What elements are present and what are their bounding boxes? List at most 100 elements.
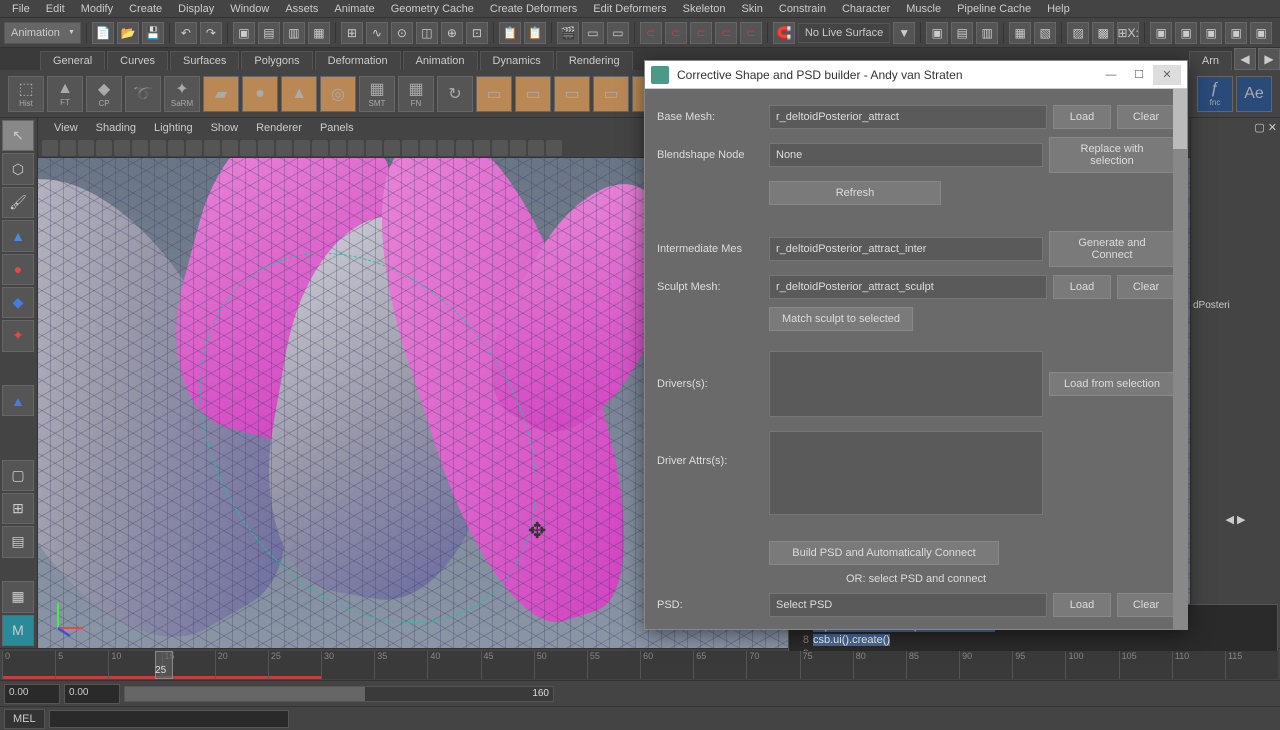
base-mesh-load-button[interactable]: Load (1053, 105, 1111, 129)
menu-window[interactable]: Window (222, 1, 277, 17)
drivers-listbox[interactable] (769, 351, 1043, 417)
menu-constrain[interactable]: Constrain (771, 1, 834, 17)
open-scene-icon[interactable]: 📂 (117, 22, 139, 44)
history-off-icon[interactable]: 📋 (524, 22, 546, 44)
shelf-fnc-icon[interactable]: ƒfnc (1197, 76, 1233, 112)
vp-film-icon[interactable] (114, 140, 130, 156)
move-tool[interactable]: ▲ (2, 220, 34, 251)
timeline-ruler[interactable]: 0510152025303540455055606570758085909510… (2, 651, 1278, 679)
magnet5-icon[interactable]: ⊂ (740, 22, 762, 44)
vp-menu-renderer[interactable]: Renderer (248, 120, 310, 136)
snap-view-icon[interactable]: ⊡ (466, 22, 488, 44)
layout1-icon[interactable]: ▣ (926, 22, 948, 44)
shelf-sarm-icon[interactable]: ✦SaRM (164, 76, 200, 112)
generate-connect-button[interactable]: Generate and Connect (1049, 231, 1175, 267)
shelf-extrude4-icon[interactable]: ▭ (593, 76, 629, 112)
mel-toggle[interactable]: MEL (4, 709, 45, 729)
vp-i20-icon[interactable] (492, 140, 508, 156)
shelf-tab-surfaces[interactable]: Surfaces (170, 51, 239, 70)
panel4-icon[interactable]: ▣ (1225, 22, 1247, 44)
layout-four-icon[interactable]: ⊞ (2, 493, 34, 524)
menu-display[interactable]: Display (170, 1, 222, 17)
shelf-loop-icon[interactable]: ↻ (437, 76, 473, 112)
shelf-tab-curves[interactable]: Curves (107, 51, 168, 70)
menu-help[interactable]: Help (1039, 1, 1078, 17)
scroll-right-icon[interactable]: ▶ (1237, 514, 1245, 526)
shelf-right-icon[interactable]: ▶ (1258, 48, 1280, 70)
vp-i22-icon[interactable] (528, 140, 544, 156)
vp-menu-lighting[interactable]: Lighting (146, 120, 201, 136)
psd-load-button[interactable]: Load (1053, 593, 1111, 617)
render-region-icon[interactable]: ▭ (582, 22, 604, 44)
ipr-icon[interactable]: ▭ (607, 22, 629, 44)
layout-persp-icon[interactable]: ▦ (2, 581, 34, 612)
vp-i10-icon[interactable] (312, 140, 328, 156)
magnet-icon[interactable]: ⊂ (640, 22, 662, 44)
match-sculpt-button[interactable]: Match sculpt to selected (769, 307, 913, 331)
last-tool[interactable]: ▲ (2, 385, 34, 416)
shelf-cp-icon[interactable]: ◆CP (86, 76, 122, 112)
shelf-extrude-icon[interactable]: ▭ (476, 76, 512, 112)
undo-icon[interactable]: ↶ (175, 22, 197, 44)
maximize-icon[interactable]: ☐ (1125, 65, 1153, 85)
shelf-extrude3-icon[interactable]: ▭ (554, 76, 590, 112)
range-slider[interactable]: 160 (124, 686, 554, 702)
build-psd-button[interactable]: Build PSD and Automatically Connect (769, 541, 999, 565)
paint-tool[interactable]: 🖌 (2, 187, 34, 218)
grid-icon[interactable]: ⊞X: (1117, 22, 1139, 44)
menu-geometry-cache[interactable]: Geometry Cache (383, 1, 482, 17)
menu-edit[interactable]: Edit (38, 1, 73, 17)
redo-icon[interactable]: ↷ (200, 22, 222, 44)
lasso-tool[interactable]: ⬡ (2, 153, 34, 184)
magnet4-icon[interactable]: ⊂ (715, 22, 737, 44)
layout4-icon[interactable]: ▦ (1009, 22, 1031, 44)
panel2-icon[interactable]: ▣ (1175, 22, 1197, 44)
select-tool[interactable]: ↖ (2, 120, 34, 151)
layout7-icon[interactable]: ▩ (1092, 22, 1114, 44)
base-mesh-clear-button[interactable]: Clear (1117, 105, 1175, 129)
select-hier-icon[interactable]: ▤ (258, 22, 280, 44)
vp-menu-show[interactable]: Show (203, 120, 247, 136)
vp-i12-icon[interactable] (348, 140, 364, 156)
vp-i7-icon[interactable] (258, 140, 274, 156)
shelf-torus-icon[interactable]: ◎ (320, 76, 356, 112)
shelf-plane-icon[interactable]: ▰ (203, 76, 239, 112)
vp-i19-icon[interactable] (474, 140, 490, 156)
range-substart-input[interactable]: 0.00 (64, 684, 120, 704)
shelf-hist-icon[interactable]: ⬚Hist (8, 76, 44, 112)
scroll-left-icon[interactable]: ◀ (1226, 514, 1234, 526)
shelf-tab-rendering[interactable]: Rendering (556, 51, 633, 70)
new-scene-icon[interactable]: 📄 (92, 22, 114, 44)
shelf-ae-icon[interactable]: Ae (1236, 76, 1272, 112)
shelf-ft-icon[interactable]: ▲FT (47, 76, 83, 112)
snap-curve-icon[interactable]: ∿ (366, 22, 388, 44)
menu-pipeline-cache[interactable]: Pipeline Cache (949, 1, 1039, 17)
menu-create-deformers[interactable]: Create Deformers (482, 1, 585, 17)
sculpt-clear-button[interactable]: Clear (1117, 275, 1175, 299)
vp-menu-shading[interactable]: Shading (88, 120, 144, 136)
vp-i4-icon[interactable] (204, 140, 220, 156)
layout5-icon[interactable]: ▧ (1034, 22, 1056, 44)
vp-i16-icon[interactable] (420, 140, 436, 156)
shelf-fn-icon[interactable]: ▦FN (398, 76, 434, 112)
vp-i18-icon[interactable] (456, 140, 472, 156)
minimize-icon[interactable]: — (1097, 65, 1125, 85)
shelf-tab-general[interactable]: General (40, 51, 105, 70)
render-icon[interactable]: 🎬 (557, 22, 579, 44)
menu-edit-deformers[interactable]: Edit Deformers (585, 1, 674, 17)
timeline[interactable]: 0510152025303540455055606570758085909510… (0, 648, 1280, 680)
vp-res-icon[interactable] (96, 140, 112, 156)
panel5-icon[interactable]: ▣ (1250, 22, 1272, 44)
vp-i8-icon[interactable] (276, 140, 292, 156)
layout6-icon[interactable]: ▨ (1067, 22, 1089, 44)
vp-gate-icon[interactable] (78, 140, 94, 156)
menu-modify[interactable]: Modify (73, 1, 121, 17)
snap-point-icon[interactable]: ⊙ (391, 22, 413, 44)
layout-outliner-icon[interactable]: ▤ (2, 526, 34, 557)
vp-cam-icon[interactable] (42, 140, 58, 156)
live-toggle-icon[interactable]: ▼ (893, 22, 915, 44)
close-icon[interactable]: ✕ (1153, 65, 1181, 85)
vp-i9-icon[interactable] (294, 140, 310, 156)
blendshape-input[interactable]: None (769, 143, 1043, 167)
vp-select-icon[interactable] (60, 140, 76, 156)
